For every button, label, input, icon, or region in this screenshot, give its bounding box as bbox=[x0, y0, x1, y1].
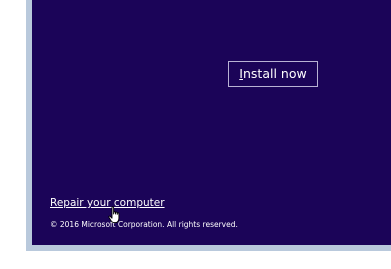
copyright-text: © 2016 Microsoft Corporation. All rights… bbox=[50, 220, 238, 229]
windows-setup-screen: Install now Repair your computer © 2016 … bbox=[32, 0, 391, 245]
install-now-button[interactable]: Install now bbox=[228, 61, 318, 87]
install-now-label: nstall now bbox=[242, 66, 307, 81]
hand-pointer-icon bbox=[108, 206, 120, 224]
